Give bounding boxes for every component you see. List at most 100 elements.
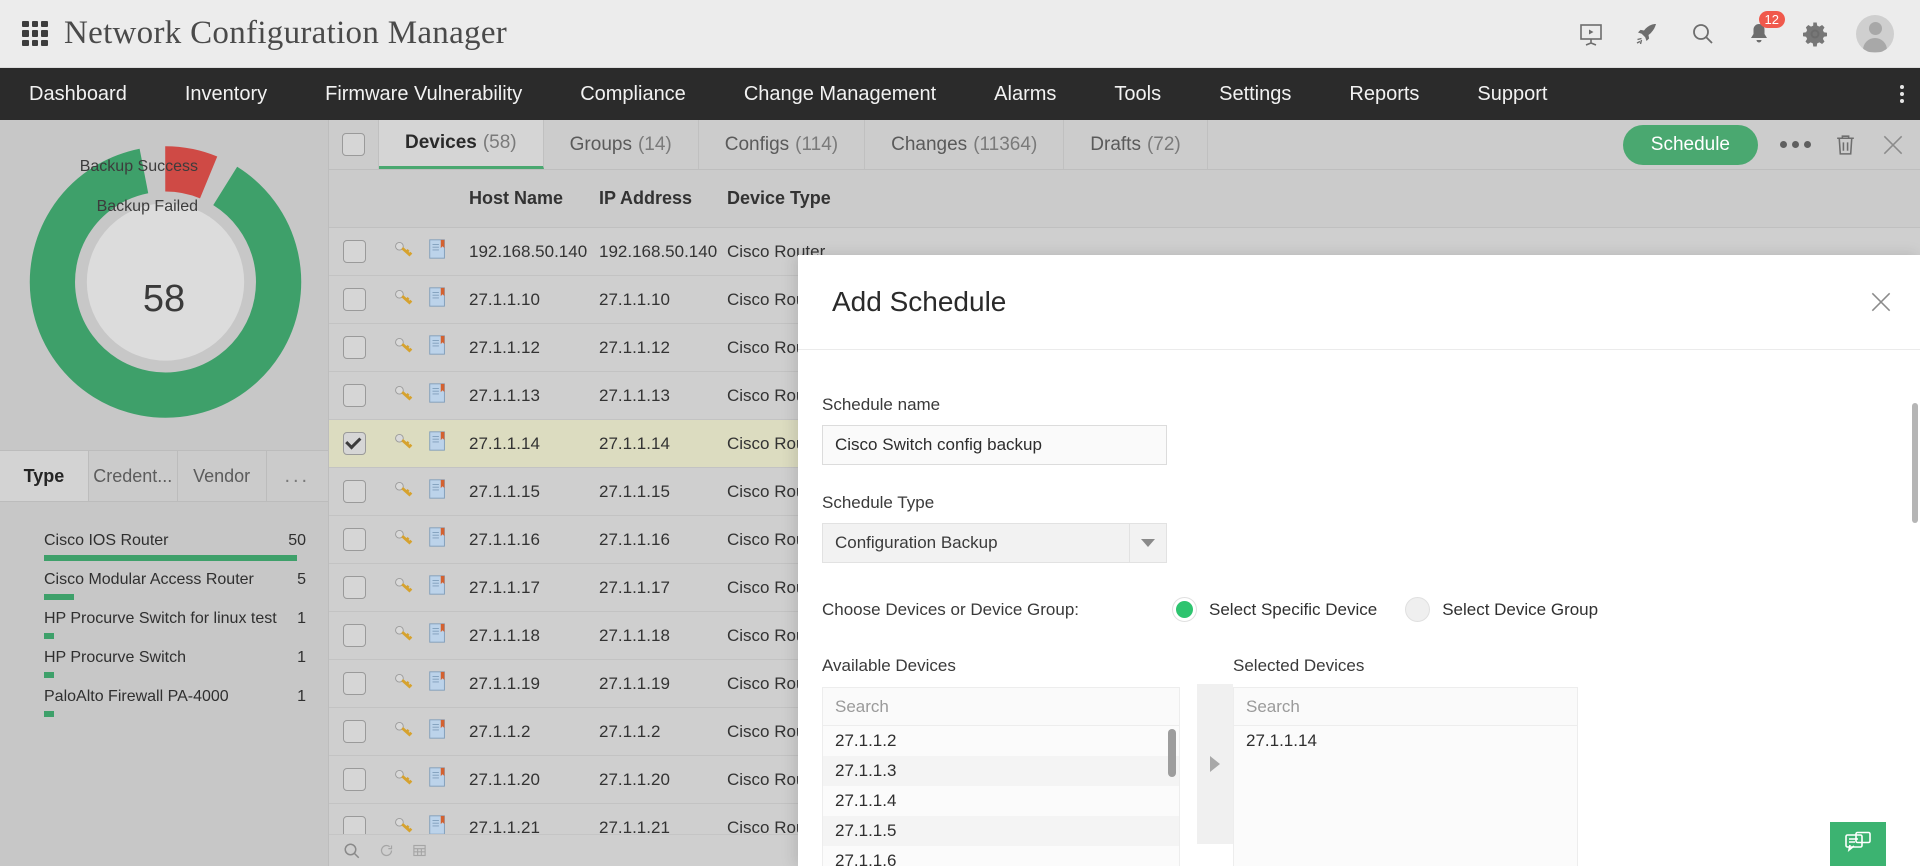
config-document-icon[interactable] bbox=[427, 286, 449, 313]
row-checkbox[interactable] bbox=[343, 336, 366, 359]
config-document-icon[interactable] bbox=[427, 478, 449, 505]
config-document-icon[interactable] bbox=[427, 334, 449, 361]
row-checkbox[interactable] bbox=[343, 672, 366, 695]
key-icon[interactable] bbox=[393, 238, 415, 265]
nav-item-settings[interactable]: Settings bbox=[1190, 83, 1320, 106]
config-document-icon[interactable] bbox=[427, 670, 449, 697]
grid-view-icon[interactable] bbox=[412, 843, 427, 858]
key-icon[interactable] bbox=[393, 286, 415, 313]
available-device-item[interactable]: 27.1.1.6 bbox=[823, 846, 1179, 866]
gear-icon[interactable] bbox=[1800, 19, 1830, 49]
key-icon[interactable] bbox=[393, 526, 415, 553]
row-checkbox[interactable] bbox=[343, 624, 366, 647]
schedule-type-value[interactable]: Configuration Backup bbox=[822, 523, 1129, 563]
close-icon[interactable] bbox=[1880, 132, 1906, 158]
list-item[interactable]: PaloAlto Firewall PA-4000 1 bbox=[22, 680, 306, 719]
radio-select-device-group[interactable]: Select Device Group bbox=[1405, 597, 1598, 622]
available-device-item[interactable]: 27.1.1.5 bbox=[823, 816, 1179, 846]
close-icon[interactable] bbox=[1868, 289, 1920, 315]
config-document-icon[interactable] bbox=[427, 430, 449, 457]
row-checkbox[interactable] bbox=[343, 480, 366, 503]
config-document-icon[interactable] bbox=[427, 526, 449, 553]
nav-item-tools[interactable]: Tools bbox=[1085, 83, 1190, 106]
schedule-button[interactable]: Schedule bbox=[1623, 125, 1758, 165]
row-checkbox[interactable] bbox=[343, 432, 366, 455]
left-tab-vendor[interactable]: Vendor bbox=[178, 451, 267, 501]
avatar[interactable] bbox=[1856, 15, 1894, 53]
chevron-right-icon[interactable] bbox=[1197, 684, 1233, 844]
row-checkbox[interactable] bbox=[343, 384, 366, 407]
key-icon[interactable] bbox=[393, 478, 415, 505]
config-document-icon[interactable] bbox=[427, 382, 449, 409]
key-icon[interactable] bbox=[393, 670, 415, 697]
list-item[interactable]: Cisco IOS Router 50 bbox=[22, 524, 306, 563]
config-document-icon[interactable] bbox=[427, 766, 449, 793]
available-list-scrollbar[interactable] bbox=[1168, 729, 1176, 777]
key-icon[interactable] bbox=[393, 334, 415, 361]
chat-bubble-icon[interactable] bbox=[1830, 822, 1886, 866]
schedule-name-input[interactable] bbox=[822, 425, 1167, 465]
config-document-icon[interactable] bbox=[427, 622, 449, 649]
apps-grid-icon[interactable] bbox=[22, 21, 48, 47]
available-device-item[interactable]: 27.1.1.3 bbox=[823, 756, 1179, 786]
nav-item-dashboard[interactable]: Dashboard bbox=[0, 83, 156, 106]
row-checkbox[interactable] bbox=[343, 576, 366, 599]
ellipsis-icon[interactable] bbox=[1780, 141, 1811, 148]
config-document-icon[interactable] bbox=[427, 574, 449, 601]
key-icon[interactable] bbox=[393, 574, 415, 601]
available-device-item[interactable]: 27.1.1.4 bbox=[823, 786, 1179, 816]
modal-scrollbar[interactable] bbox=[1912, 403, 1918, 523]
schedule-type-select[interactable]: Configuration Backup bbox=[822, 523, 1167, 563]
search-icon[interactable] bbox=[1688, 19, 1718, 49]
nav-item-alarms[interactable]: Alarms bbox=[965, 83, 1085, 106]
search-icon[interactable] bbox=[343, 842, 361, 860]
available-device-item[interactable]: 27.1.1.2 bbox=[823, 726, 1179, 756]
left-tab-more[interactable]: ... bbox=[267, 451, 328, 501]
config-document-icon bbox=[427, 574, 449, 596]
nav-item-compliance[interactable]: Compliance bbox=[551, 83, 715, 106]
key-icon[interactable] bbox=[393, 718, 415, 745]
vertical-kebab-icon[interactable] bbox=[1900, 85, 1904, 103]
key-icon[interactable] bbox=[393, 430, 415, 457]
key-icon[interactable] bbox=[393, 766, 415, 793]
row-checkbox[interactable] bbox=[343, 528, 366, 551]
selected-devices-list[interactable]: 27.1.1.14 bbox=[1233, 725, 1578, 866]
row-checkbox[interactable] bbox=[343, 288, 366, 311]
tab-groups[interactable]: Groups (14) bbox=[544, 120, 699, 169]
list-item[interactable]: Cisco Modular Access Router 5 bbox=[22, 563, 306, 602]
list-item[interactable]: HP Procurve Switch 1 bbox=[22, 641, 306, 680]
nav-item-support[interactable]: Support bbox=[1448, 83, 1576, 106]
tab-devices[interactable]: Devices (58) bbox=[379, 120, 544, 169]
select-all-checkbox[interactable] bbox=[342, 133, 365, 156]
available-search-input[interactable]: Search bbox=[822, 687, 1180, 725]
trash-icon[interactable] bbox=[1833, 132, 1858, 157]
bell-icon[interactable]: 12 bbox=[1744, 19, 1774, 49]
refresh-icon[interactable] bbox=[379, 843, 394, 858]
nav-item-reports[interactable]: Reports bbox=[1320, 83, 1448, 106]
left-tab-type[interactable]: Type bbox=[0, 451, 89, 501]
row-checkbox[interactable] bbox=[343, 240, 366, 263]
row-checkbox[interactable] bbox=[343, 768, 366, 791]
tab-configs[interactable]: Configs (114) bbox=[699, 120, 865, 169]
config-document-icon[interactable] bbox=[427, 718, 449, 745]
chevron-down-icon[interactable] bbox=[1129, 523, 1167, 563]
selected-search-input[interactable]: Search bbox=[1233, 687, 1578, 725]
key-icon[interactable] bbox=[393, 622, 415, 649]
nav-item-firmware-vulnerability[interactable]: Firmware Vulnerability bbox=[296, 83, 551, 106]
row-checkbox[interactable] bbox=[343, 720, 366, 743]
nav-item-change-management[interactable]: Change Management bbox=[715, 83, 965, 106]
key-icon[interactable] bbox=[393, 382, 415, 409]
tab-drafts[interactable]: Drafts (72) bbox=[1064, 120, 1207, 169]
nav-item-inventory[interactable]: Inventory bbox=[156, 83, 296, 106]
config-document-icon[interactable] bbox=[427, 238, 449, 265]
radio-specific-indicator bbox=[1172, 597, 1197, 622]
rocket-icon[interactable] bbox=[1632, 19, 1662, 49]
presentation-icon[interactable] bbox=[1576, 19, 1606, 49]
available-devices-list[interactable]: 27.1.1.227.1.1.327.1.1.427.1.1.527.1.1.6 bbox=[822, 725, 1180, 866]
tab-groups-count: (14) bbox=[638, 134, 672, 156]
tab-changes[interactable]: Changes (11364) bbox=[865, 120, 1064, 169]
left-tab-credentials[interactable]: Credent... bbox=[89, 451, 178, 501]
selected-device-item[interactable]: 27.1.1.14 bbox=[1234, 726, 1577, 756]
list-item[interactable]: HP Procurve Switch for linux test 1 bbox=[22, 602, 306, 641]
radio-select-specific-device[interactable]: Select Specific Device bbox=[1172, 597, 1377, 622]
